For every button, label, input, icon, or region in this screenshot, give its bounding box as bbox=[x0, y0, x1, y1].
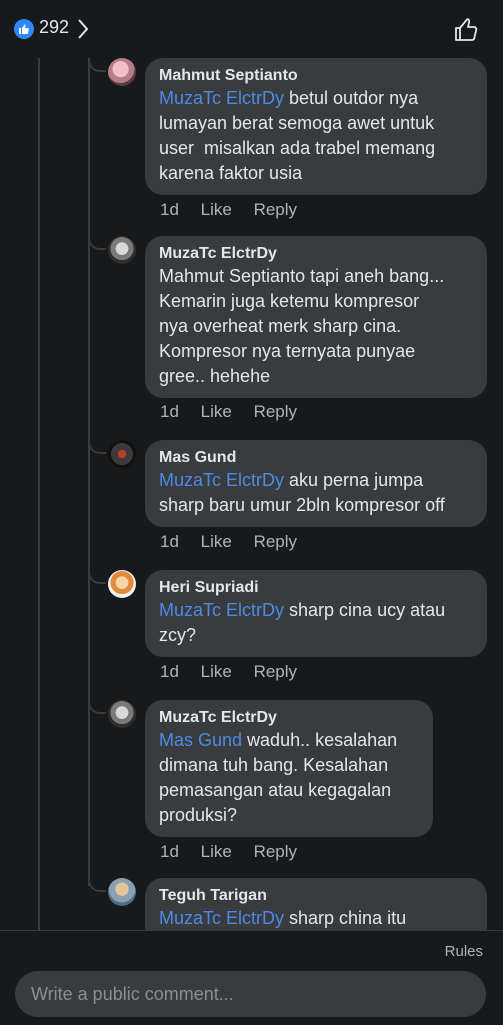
comment-composer-bar: Rules bbox=[0, 930, 503, 1025]
comment-author[interactable]: Teguh Tarigan bbox=[159, 886, 473, 906]
comment-author[interactable]: MuzaTc ElctrDy bbox=[159, 708, 419, 728]
thumbs-up-icon[interactable] bbox=[452, 16, 480, 44]
mention-link[interactable]: MuzaTc ElctrDy bbox=[159, 908, 284, 928]
avatar[interactable] bbox=[108, 878, 136, 906]
reactions-header: 292 bbox=[0, 0, 503, 58]
comment-bubble: Heri Supriadi MuzaTc ElctrDy sharp cina … bbox=[145, 570, 487, 657]
avatar[interactable] bbox=[108, 700, 136, 728]
comment-bubble: MuzaTc ElctrDy Mahmut Septianto tapi ane… bbox=[145, 236, 487, 398]
mention-link[interactable]: Mas Gund bbox=[159, 730, 242, 750]
like-button[interactable]: Like bbox=[201, 842, 232, 861]
reply-button[interactable]: Reply bbox=[254, 842, 297, 861]
reaction-count[interactable]: 292 bbox=[39, 17, 69, 38]
avatar[interactable] bbox=[108, 570, 136, 598]
thread-connector bbox=[88, 232, 106, 250]
reply-button[interactable]: Reply bbox=[254, 402, 297, 421]
comment-actions: 1d Like Reply bbox=[160, 200, 314, 220]
like-reaction-icon bbox=[14, 19, 34, 39]
rules-link[interactable]: Rules bbox=[445, 943, 483, 960]
comment-bubble: MuzaTc ElctrDy Mas Gund waduh.. kesalaha… bbox=[145, 700, 433, 837]
like-button[interactable]: Like bbox=[201, 662, 232, 681]
comment-author[interactable]: Mahmut Septianto bbox=[159, 66, 473, 86]
comment-time: 1d bbox=[160, 200, 179, 219]
comment-bubble: Teguh Tarigan MuzaTc ElctrDy sharp china… bbox=[145, 878, 487, 930]
comment-actions: 1d Like Reply bbox=[160, 402, 314, 422]
reply-button[interactable]: Reply bbox=[254, 662, 297, 681]
thread-connector bbox=[88, 696, 106, 714]
reply-button[interactable]: Reply bbox=[254, 532, 297, 551]
comment-actions: 1d Like Reply bbox=[160, 532, 314, 552]
thread-line-inner bbox=[88, 58, 90, 886]
avatar[interactable] bbox=[108, 440, 136, 468]
comment-text: Mahmut Septianto tapi aneh bang... Kemar… bbox=[159, 266, 445, 386]
public-comment-input[interactable] bbox=[15, 971, 486, 1017]
comment-time: 1d bbox=[160, 842, 179, 861]
mention-link[interactable]: MuzaTc ElctrDy bbox=[159, 600, 284, 620]
comment-actions: 1d Like Reply bbox=[160, 662, 314, 682]
comment-bubble: Mas Gund MuzaTc ElctrDy aku perna jumpa … bbox=[145, 440, 487, 527]
comment-time: 1d bbox=[160, 532, 179, 551]
thread-connector bbox=[88, 566, 106, 584]
thread-connector bbox=[88, 436, 106, 454]
thread-line-outer bbox=[38, 58, 40, 930]
chevron-right-icon[interactable] bbox=[76, 17, 90, 41]
comment-actions: 1d Like Reply bbox=[160, 842, 314, 862]
comment-text: sharp china itu bbox=[284, 908, 407, 928]
thread-connector bbox=[88, 874, 106, 892]
reply-button[interactable]: Reply bbox=[254, 200, 297, 219]
thread-connector bbox=[88, 58, 106, 72]
mention-link[interactable]: MuzaTc ElctrDy bbox=[159, 470, 284, 490]
avatar[interactable] bbox=[108, 58, 136, 86]
comment-item: Teguh Tarigan MuzaTc ElctrDy sharp china… bbox=[108, 878, 488, 930]
like-button[interactable]: Like bbox=[201, 200, 232, 219]
like-button[interactable]: Like bbox=[201, 532, 232, 551]
comment-bubble: Mahmut Septianto MuzaTc ElctrDy betul ou… bbox=[145, 58, 487, 195]
comment-author[interactable]: Heri Supriadi bbox=[159, 578, 473, 598]
comment-time: 1d bbox=[160, 402, 179, 421]
avatar[interactable] bbox=[108, 236, 136, 264]
mention-link[interactable]: MuzaTc ElctrDy bbox=[159, 88, 284, 108]
comment-time: 1d bbox=[160, 662, 179, 681]
like-button[interactable]: Like bbox=[201, 402, 232, 421]
comment-author[interactable]: Mas Gund bbox=[159, 448, 473, 468]
comment-author[interactable]: MuzaTc ElctrDy bbox=[159, 244, 473, 264]
